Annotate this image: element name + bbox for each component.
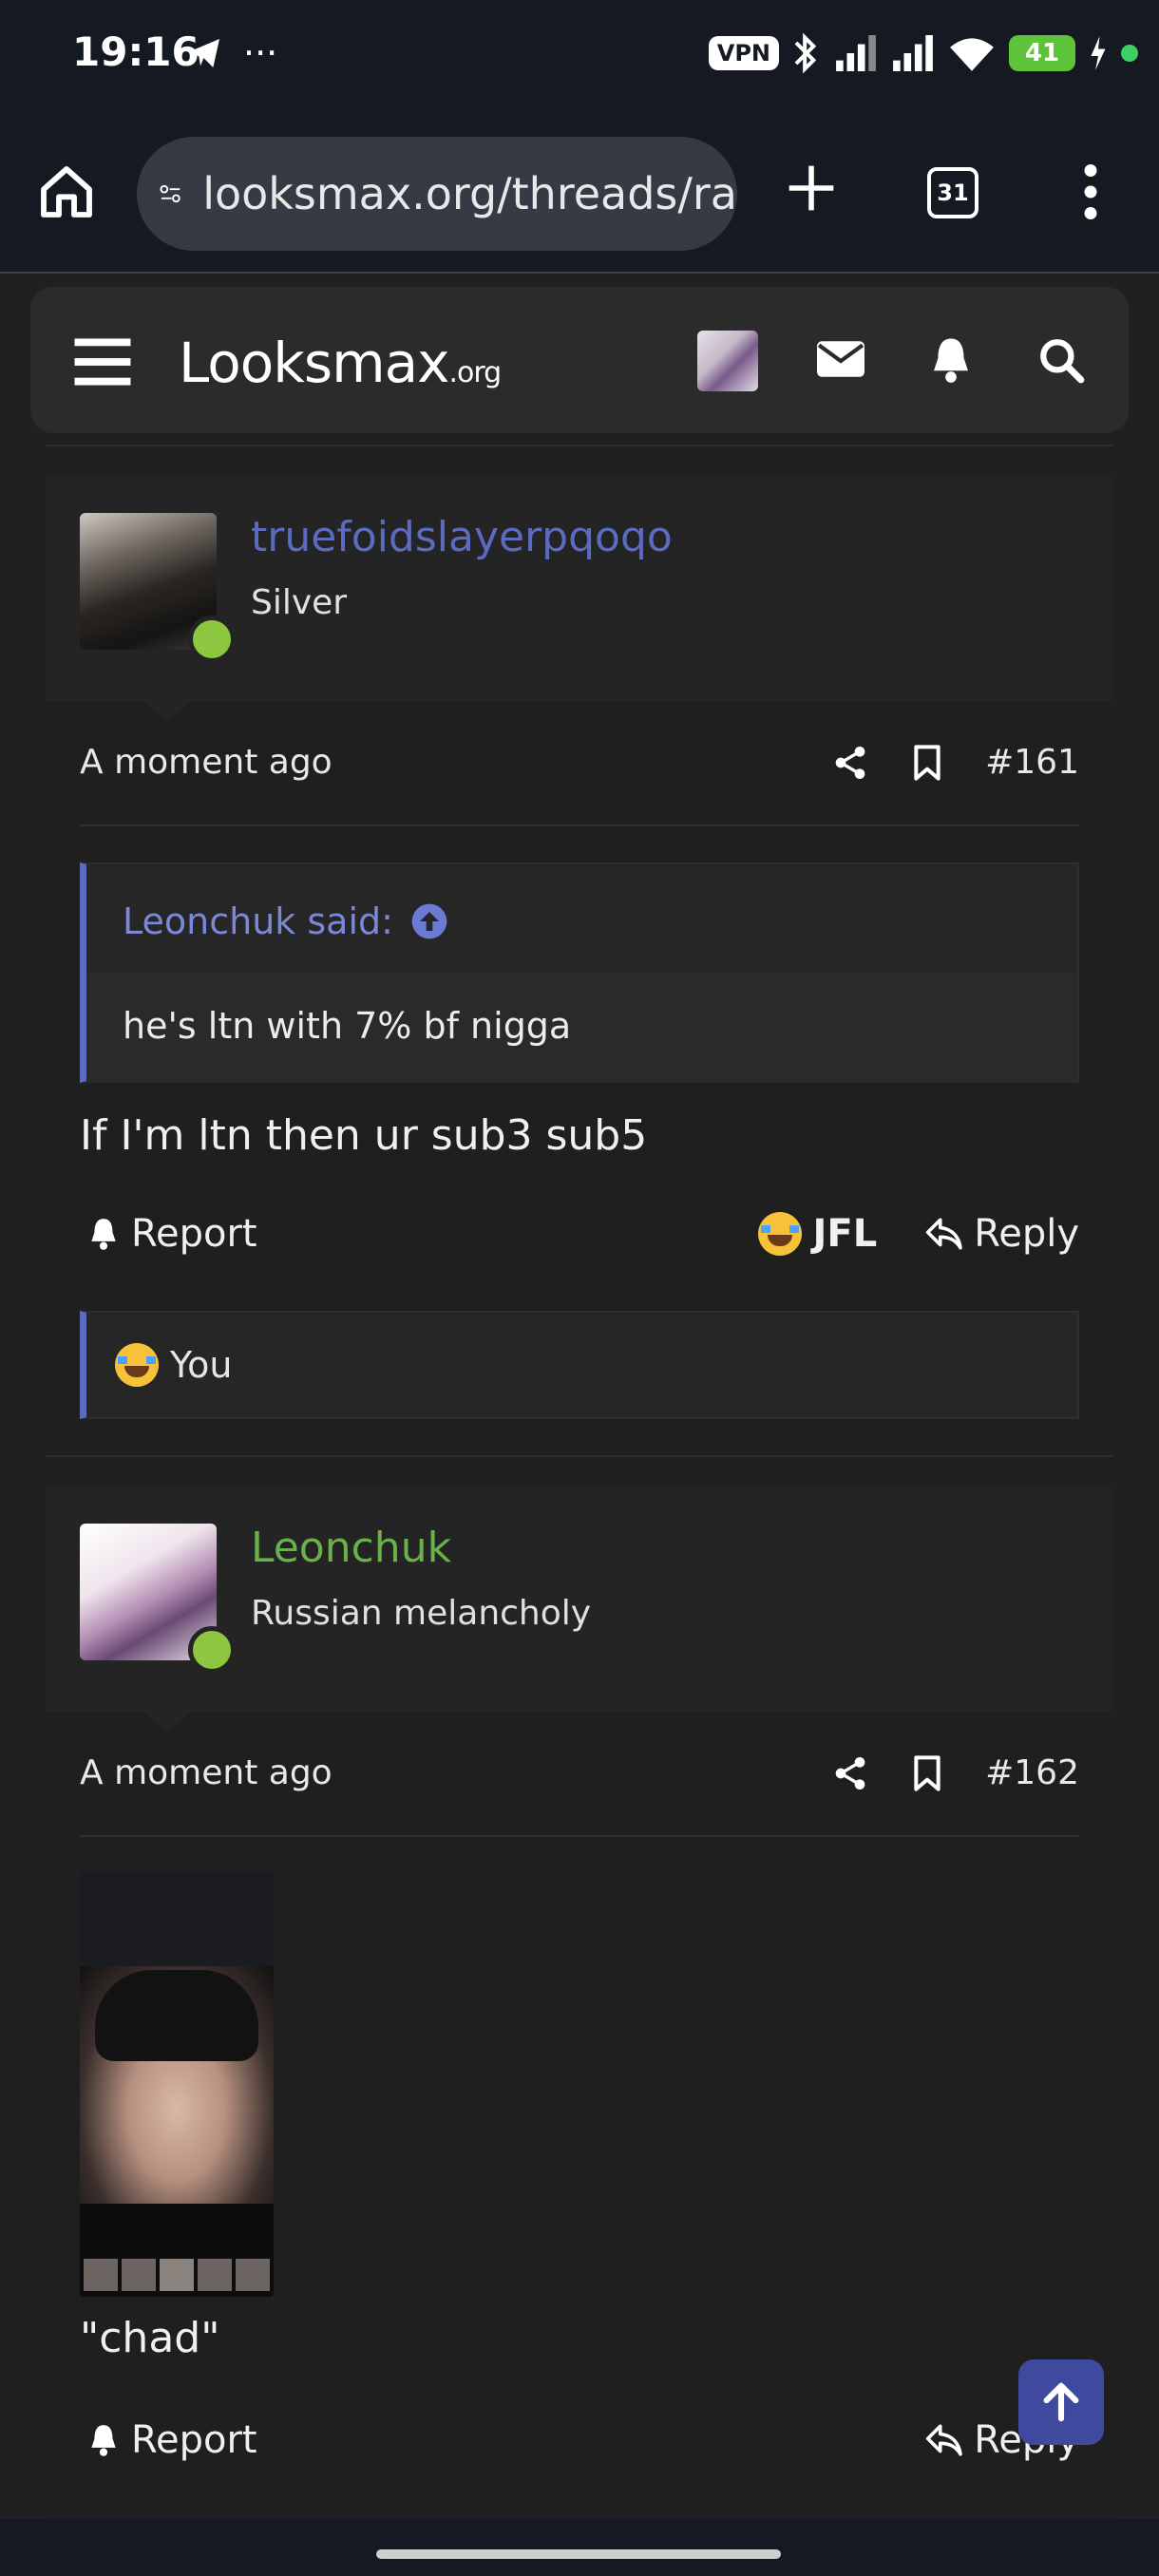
report-label: Report [131,1212,257,1256]
charging-icon [1091,36,1106,70]
report-label: Report [131,2418,257,2462]
post-time[interactable]: A moment ago [80,743,332,782]
post-161: truefoidslayerpqoqo Silver A moment ago … [46,477,1113,1434]
new-tab-icon[interactable] [785,161,838,215]
post-number-link[interactable]: #162 [985,1753,1079,1792]
reactions-summary[interactable]: You [170,1344,233,1386]
reply-button[interactable]: Reply [924,1212,1079,1256]
post-actions-right: JFL Reply [757,1212,1079,1256]
author-pointer [142,1712,192,1733]
quote-block: Leonchuk said: he's ltn with 7% bf nigga [80,862,1079,1083]
image-attachment[interactable] [80,1871,274,2297]
quote-text: he's ltn with 7% bf nigga [86,973,1077,1083]
post-actions: Report JFL Reply [80,1212,1079,1269]
bookmark-icon[interactable] [911,1754,943,1792]
report-button[interactable]: Report [87,1212,257,1256]
thumbnail [198,2259,232,2291]
author-pointer [142,701,192,722]
post-body: "chad" [80,2314,220,2362]
status-bar: 19:16 ··· VPN 41 [0,0,1159,112]
reaction-button[interactable]: JFL [757,1212,878,1256]
menu-icon[interactable] [74,336,131,388]
home-indicator[interactable] [376,2549,781,2559]
go-to-quote-icon[interactable] [410,902,448,940]
logo-main: Looksmax [179,331,449,395]
thumbnail [122,2259,156,2291]
share-icon[interactable] [831,1754,869,1792]
crying-laughing-emoji-icon [757,1212,802,1256]
user-title: Russian melancholy [251,1594,592,1633]
bell-icon [91,2425,116,2456]
attachment-thumbnail-strip [80,2204,274,2297]
vpn-badge: VPN [708,36,779,70]
mail-icon[interactable] [817,340,864,378]
status-right-icons: VPN 41 [708,32,1138,74]
home-icon[interactable] [36,161,97,222]
reaction-label: JFL [812,1212,878,1256]
meta-divider [80,1835,1079,1837]
status-left-icons: ··· [186,32,277,74]
post-meta-actions: #162 [831,1753,1079,1792]
username-link[interactable]: truefoidslayerpqoqo [251,513,673,561]
battery-indicator: 41 [1009,35,1075,71]
meta-divider [80,824,1079,826]
bookmark-icon[interactable] [911,744,943,782]
username-link[interactable]: Leonchuk [251,1524,451,1572]
more-notifications-icon: ··· [243,32,278,74]
thumbnail [236,2259,270,2291]
logo-suffix: .org [448,356,502,389]
divider [46,445,1113,446]
bluetooth-icon [794,32,817,74]
status-time: 19:16 [72,28,200,75]
site-settings-icon[interactable] [160,173,181,215]
bell-icon [91,1219,116,1250]
post-time[interactable]: A moment ago [80,1753,332,1792]
post-body: If I'm ltn then ur sub3 sub5 [80,1111,648,1160]
telegram-icon [189,39,219,67]
account-avatar[interactable] [697,331,758,391]
reply-label: Reply [974,1212,1079,1256]
privacy-indicator-dot [1121,45,1138,62]
signal-icon [836,35,876,71]
divider [46,1455,1113,1457]
arrow-up-icon [1043,2382,1079,2422]
post-author-block: truefoidslayerpqoqo Silver [46,477,1113,701]
attachment-screenshot-header [80,1871,274,1966]
thumbnail [160,2259,194,2291]
post-162: Leonchuk Russian melancholy A moment ago… [46,1487,1113,2519]
online-status-dot [188,1626,236,1674]
post-number-link[interactable]: #161 [985,743,1079,782]
gesture-bar-area [0,2519,1159,2576]
address-bar[interactable]: looksmax.org/threads/ra [137,137,737,251]
quote-author[interactable]: Leonchuk said: [123,900,393,942]
post-author-block: Leonchuk Russian melancholy [46,1487,1113,1712]
post-actions: Report Reply [80,2418,1079,2475]
share-icon[interactable] [831,744,869,782]
site-header: Looksmax.org [30,287,1129,433]
thumbnail [84,2259,118,2291]
search-icon[interactable] [1037,336,1085,384]
crying-laughing-emoji-icon [115,1343,159,1387]
site-logo[interactable]: Looksmax.org [179,331,502,395]
post-meta-actions: #161 [831,743,1079,782]
browser-toolbar: looksmax.org/threads/ra 31 [0,112,1159,274]
wifi-icon [950,38,994,71]
attachment-photo-detail [95,1970,258,2061]
report-button[interactable]: Report [87,2418,257,2462]
reply-icon [926,1218,963,1250]
user-title: Silver [251,583,348,622]
online-status-dot [188,616,236,663]
signal-icon-2 [893,35,933,71]
reply-icon [926,2424,963,2456]
more-options-icon[interactable] [1074,163,1108,220]
notifications-icon[interactable] [929,334,973,386]
url-text[interactable]: looksmax.org/threads/ra [202,168,737,219]
tab-switcher-button[interactable]: 31 [927,167,978,218]
quote-attribution[interactable]: Leonchuk said: [123,900,448,942]
scroll-to-top-button[interactable] [1018,2359,1104,2445]
reactions-bar[interactable]: You [80,1311,1079,1419]
